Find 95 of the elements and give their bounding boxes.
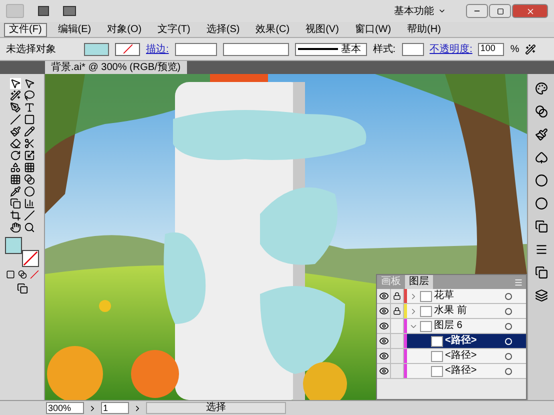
mesh-icon[interactable]: [10, 174, 20, 185]
visibility-icon[interactable]: [378, 291, 388, 301]
direct-selection-tool-icon[interactable]: [24, 78, 34, 89]
layer-name: 花草: [434, 291, 455, 301]
status-tool-dropdown[interactable]: 选择: [146, 402, 286, 414]
brush-icon[interactable]: [10, 126, 20, 137]
zoom-dropdown[interactable]: 300%: [46, 402, 84, 414]
layers-icon[interactable]: [534, 289, 548, 302]
menu-item[interactable]: 对象(O): [102, 22, 147, 36]
layer-row[interactable]: 水果 前: [407, 304, 526, 318]
layer-thumbnail: [431, 366, 443, 376]
lasso-icon[interactable]: [24, 90, 34, 101]
circle-icon[interactable]: [24, 186, 34, 197]
stroke-link[interactable]: 描边:: [146, 42, 169, 56]
layer-thumbnail: [420, 290, 432, 302]
layer-thumbnail: [420, 320, 432, 332]
stroke-color-box[interactable]: [22, 250, 39, 267]
rectangle-icon[interactable]: [24, 114, 34, 125]
color-mode-icon[interactable]: [6, 270, 14, 279]
layer-thumbnail: [431, 336, 443, 346]
layer-row[interactable]: 花草: [407, 289, 526, 303]
eyedropper-icon[interactable]: [10, 186, 20, 197]
layer-name: <路径>: [445, 351, 478, 361]
pencil-icon[interactable]: [24, 126, 34, 137]
layer-row[interactable]: <路径>: [407, 349, 526, 363]
type-icon[interactable]: [24, 102, 34, 113]
menu-item[interactable]: 效果(C): [250, 22, 295, 36]
layer-name: <路径>: [445, 336, 478, 346]
lock-icon[interactable]: [393, 292, 401, 300]
lock-cell[interactable]: [391, 319, 404, 333]
menu-item[interactable]: 帮助(H): [402, 22, 446, 36]
zoom-icon[interactable]: [24, 222, 34, 233]
layer-row[interactable]: <路径>: [407, 334, 526, 348]
style-dropdown[interactable]: [402, 42, 424, 56]
line-icon[interactable]: [10, 114, 20, 125]
hand-icon[interactable]: [10, 222, 20, 233]
brush-dropdown[interactable]: 基本: [294, 42, 367, 56]
first-page-icon[interactable]: [88, 404, 97, 412]
workspace-switcher[interactable]: 基本功能: [394, 4, 446, 18]
collapse-icon[interactable]: [409, 306, 418, 316]
menu-item[interactable]: 文字(T): [152, 22, 196, 36]
chart-icon[interactable]: [24, 198, 34, 209]
menu-item[interactable]: 选择(S): [201, 22, 245, 36]
pen-icon[interactable]: [10, 102, 20, 113]
layer-name: 图层 6: [434, 321, 464, 331]
fill-color-box[interactable]: [5, 237, 22, 254]
caret-icon: [438, 7, 446, 15]
none-mode-icon[interactable]: [30, 270, 38, 279]
menu-item[interactable]: 窗口(W): [350, 22, 396, 36]
layer-name: 水果 前: [434, 306, 468, 316]
layer-thumbnail: [431, 350, 443, 362]
palette-icon[interactable]: [534, 82, 548, 95]
close-icon: [526, 6, 534, 16]
opacity-field[interactable]: 100: [478, 42, 504, 56]
selection-status: 未选择对象: [6, 42, 57, 56]
visibility-icon[interactable]: [378, 306, 388, 316]
scale-icon[interactable]: [24, 150, 34, 161]
visibility-icon[interactable]: [378, 321, 388, 331]
style-label: 样式:: [372, 42, 396, 56]
maximize-button[interactable]: [489, 4, 511, 18]
eraser-icon[interactable]: [10, 138, 20, 149]
visibility-icon[interactable]: [378, 351, 388, 361]
layer-row[interactable]: <路径>: [407, 364, 526, 378]
scissors-icon[interactable]: [24, 138, 34, 149]
menu-item[interactable]: 编辑(E): [52, 22, 96, 36]
stroke-swatch[interactable]: [115, 42, 140, 56]
panel-menu-icon[interactable]: [514, 278, 523, 286]
lock-icon[interactable]: [393, 307, 401, 315]
collapse-icon[interactable]: [409, 292, 418, 300]
artboard-icon[interactable]: [10, 210, 20, 221]
document-tab[interactable]: 背景.ai* @ 300% (RGB/预览): [45, 61, 187, 74]
screen-mode-icon[interactable]: [16, 283, 28, 294]
brushes-icon[interactable]: [534, 128, 548, 141]
menu-item[interactable]: 文件(F): [4, 22, 47, 36]
visibility-icon[interactable]: [378, 366, 388, 376]
menu-item[interactable]: 视图(V): [300, 22, 344, 36]
artboard-dropdown[interactable]: 1: [101, 402, 129, 414]
selection-tool-icon[interactable]: [10, 78, 20, 89]
panel-tab[interactable]: 图层: [405, 275, 433, 289]
fill-swatch[interactable]: [84, 42, 109, 56]
grid-icon[interactable]: [24, 162, 34, 173]
stroke-weight-field[interactable]: [174, 42, 217, 56]
opacity-link[interactable]: 不透明度:: [430, 42, 472, 56]
variable-width-dropdown[interactable]: [222, 42, 289, 56]
shapes-icon[interactable]: [10, 162, 20, 173]
spade-icon[interactable]: [534, 151, 548, 164]
magic-wand-icon[interactable]: [10, 90, 20, 101]
rotate-icon[interactable]: [10, 150, 20, 161]
visibility-icon[interactable]: [378, 336, 388, 346]
next-page-icon[interactable]: [133, 404, 142, 412]
layer-name: <路径>: [445, 366, 478, 376]
layer-row[interactable]: 图层 6: [407, 319, 526, 333]
maximize-icon: [496, 8, 504, 14]
percent-sign: %: [510, 42, 520, 56]
layer-thumbnail: [420, 306, 432, 316]
